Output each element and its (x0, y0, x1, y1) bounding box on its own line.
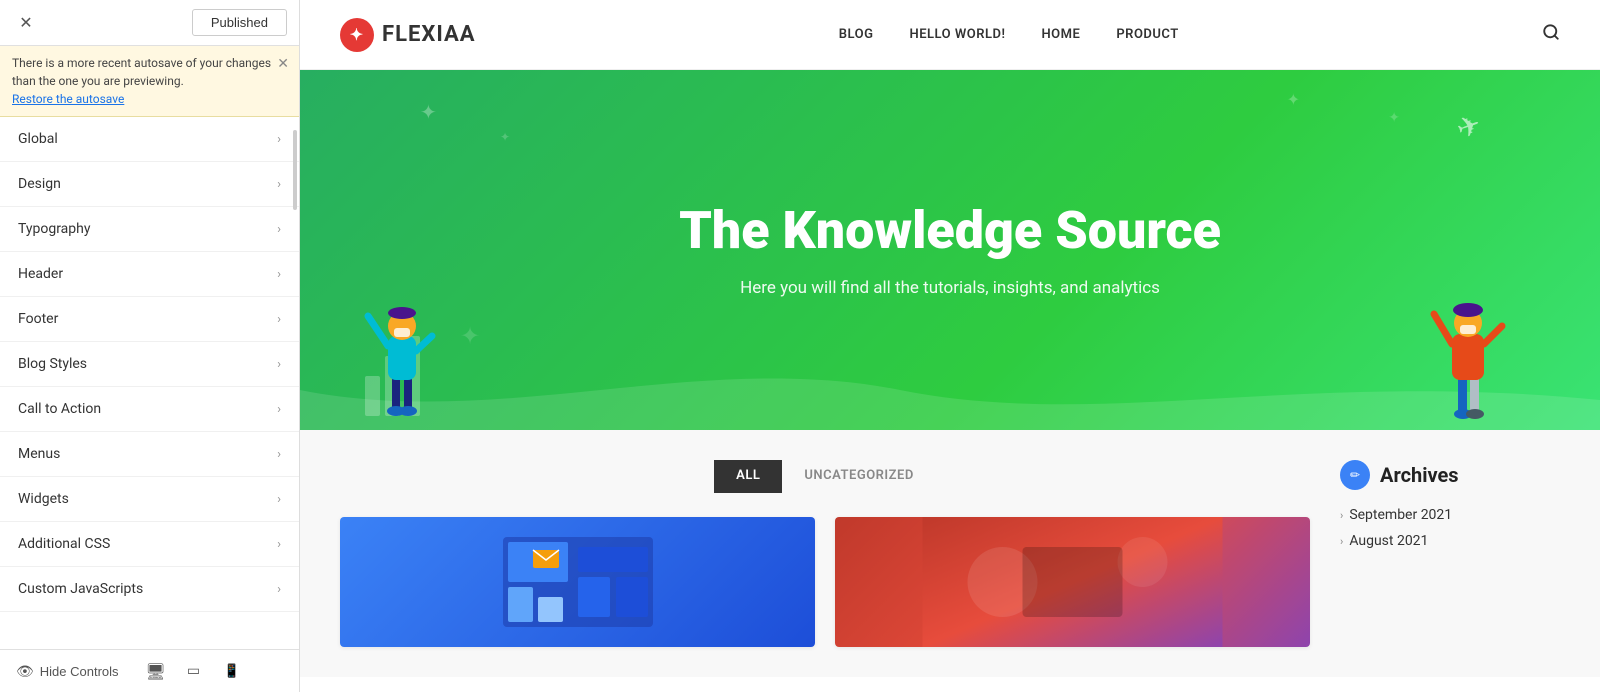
menu-item-design[interactable]: Design › (0, 162, 299, 207)
panel-topbar: ✕ Published (0, 0, 299, 46)
site-preview: ✦ FLEXIAA BLOG HELLO WORLD! HOME PRODUCT ✦ … (300, 0, 1600, 692)
nav-link-home[interactable]: HOME (1041, 27, 1080, 42)
site-logo: ✦ FLEXIAA (340, 18, 476, 52)
website-content: ✦ FLEXIAA BLOG HELLO WORLD! HOME PRODUCT ✦ … (300, 0, 1600, 692)
chevron-right-icon: › (277, 222, 281, 237)
archives-edit-button[interactable]: ✏ (1340, 460, 1370, 490)
restore-autosave-link[interactable]: Restore the autosave (12, 92, 124, 106)
search-icon[interactable] (1542, 23, 1560, 46)
chevron-right-icon: › (277, 402, 281, 417)
chevron-right-icon: › (277, 132, 281, 147)
archive-chevron-icon: › (1340, 509, 1343, 522)
view-icons: 🖥 ▭ 📱 (143, 658, 245, 684)
archive-item[interactable]: › September 2021 (1340, 502, 1560, 528)
menu-item-label: Typography (18, 221, 90, 237)
close-notice-button[interactable]: ✕ (277, 54, 289, 75)
menu-item-footer[interactable]: Footer › (0, 297, 299, 342)
hero-figure-left (360, 246, 450, 430)
menu-item-label: Custom JavaScripts (18, 581, 143, 597)
tablet-view-button[interactable]: ▭ (181, 658, 207, 684)
menu-item-typography[interactable]: Typography › (0, 207, 299, 252)
panel-footer: 👁 Hide Controls 🖥 ▭ 📱 (0, 649, 299, 692)
logo-text: FLEXIAA (382, 22, 476, 47)
menu-item-label: Additional CSS (18, 536, 110, 552)
menu-item-widgets[interactable]: Widgets › (0, 477, 299, 522)
post-cards (340, 517, 1310, 647)
menu-item-label: Widgets (18, 491, 69, 507)
customizer-panel: ✕ Published ✕ There is a more recent aut… (0, 0, 300, 692)
logo-icon: ✦ (340, 18, 374, 52)
filter-tab-all[interactable]: ALL (714, 460, 782, 493)
hero-banner: ✦ ✦ ✦ ✦ ✦ ✈ (300, 70, 1600, 430)
hero-content: The Knowledge Source Here you will find … (679, 202, 1221, 297)
menu-item-call-to-action[interactable]: Call to Action › (0, 387, 299, 432)
menu-item-label: Footer (18, 311, 58, 327)
menu-list: Global›Design›Typography›Header›Footer›B… (0, 117, 299, 649)
archives-header: ✏ Archives (1340, 460, 1560, 490)
chevron-right-icon: › (277, 312, 281, 327)
chevron-right-icon: › (277, 447, 281, 462)
menu-item-label: Menus (18, 446, 60, 462)
scroll-indicator (293, 130, 297, 210)
hero-subtitle: Here you will find all the tutorials, in… (679, 278, 1221, 298)
post-card-image-2 (835, 517, 1310, 647)
archive-chevron-icon: › (1340, 535, 1343, 548)
nav-link-hello-world![interactable]: HELLO WORLD! (909, 27, 1005, 42)
chevron-right-icon: › (277, 582, 281, 597)
post-card-1 (340, 517, 815, 647)
menu-item-label: Call to Action (18, 401, 101, 417)
main-content: ALLUNCATEGORIZED (340, 460, 1310, 647)
menu-item-additional-css[interactable]: Additional CSS › (0, 522, 299, 567)
nav-links: BLOG HELLO WORLD! HOME PRODUCT (839, 27, 1179, 42)
chevron-right-icon: › (277, 357, 281, 372)
hide-controls-label: Hide Controls (40, 664, 119, 679)
edit-icon: ✏ (1350, 468, 1360, 482)
archives-items: › September 2021 › August 2021 (1340, 502, 1560, 554)
hero-title: The Knowledge Source (679, 202, 1221, 259)
autosave-notice: ✕ There is a more recent autosave of you… (0, 46, 299, 117)
chevron-right-icon: › (277, 267, 281, 282)
menu-item-menus[interactable]: Menus › (0, 432, 299, 477)
site-navigation: ✦ FLEXIAA BLOG HELLO WORLD! HOME PRODUCT (300, 0, 1600, 70)
autosave-message: There is a more recent autosave of your … (12, 56, 271, 88)
nav-link-product[interactable]: PRODUCT (1116, 27, 1178, 42)
menu-item-label: Global (18, 131, 58, 147)
chevron-right-icon: › (277, 492, 281, 507)
filter-tab-uncategorized[interactable]: UNCATEGORIZED (782, 460, 935, 493)
menu-item-label: Blog Styles (18, 356, 87, 372)
mobile-view-button[interactable]: 📱 (219, 658, 245, 684)
archives-title: Archives (1380, 463, 1459, 487)
hide-controls-button[interactable]: 👁 Hide Controls (16, 663, 119, 680)
archive-item-label: August 2021 (1349, 533, 1428, 549)
hero-figure-right (1430, 246, 1520, 430)
menu-item-global[interactable]: Global › (0, 117, 299, 162)
menu-item-label: Design (18, 176, 61, 192)
desktop-view-button[interactable]: 🖥 (143, 658, 169, 684)
post-card-2 (835, 517, 1310, 647)
chevron-right-icon: › (277, 537, 281, 552)
menu-item-blog-styles[interactable]: Blog Styles › (0, 342, 299, 387)
archive-item-label: September 2021 (1349, 507, 1452, 523)
nav-link-blog[interactable]: BLOG (839, 27, 874, 42)
chevron-right-icon: › (277, 177, 281, 192)
menu-item-custom-javascripts[interactable]: Custom JavaScripts › (0, 567, 299, 612)
published-button[interactable]: Published (192, 9, 287, 36)
archive-item[interactable]: › August 2021 (1340, 528, 1560, 554)
content-area: ALLUNCATEGORIZED (300, 430, 1600, 677)
hero-wave (300, 350, 1600, 430)
close-button[interactable]: ✕ (12, 9, 40, 37)
filter-tabs: ALLUNCATEGORIZED (340, 460, 1310, 493)
archives-sidebar: ✏ Archives › September 2021 › August 2021 (1340, 460, 1560, 647)
post-card-image-1 (340, 517, 815, 647)
eye-icon: 👁 (16, 663, 34, 680)
menu-item-header[interactable]: Header › (0, 252, 299, 297)
menu-item-label: Header (18, 266, 63, 282)
